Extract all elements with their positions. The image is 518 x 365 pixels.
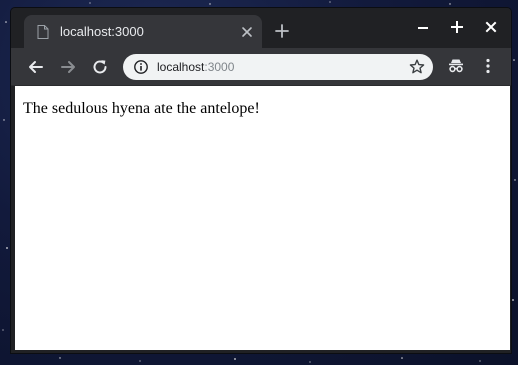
page-icon xyxy=(37,25,49,39)
minimize-icon[interactable] xyxy=(415,19,431,35)
more-vertical-icon[interactable] xyxy=(481,57,495,75)
browser-tab[interactable]: localhost:3000 xyxy=(24,15,262,48)
browser-window: localhost:3000 localhost:3000 The sedulo… xyxy=(11,8,511,353)
url-host: localhost xyxy=(157,60,205,74)
window-close-icon[interactable] xyxy=(483,19,499,35)
page-viewport: The sedulous hyena ate the antelope! xyxy=(15,86,510,350)
tab-title: localhost:3000 xyxy=(60,24,144,39)
page-body-text: The sedulous hyena ate the antelope! xyxy=(23,100,260,117)
close-icon[interactable] xyxy=(240,25,254,39)
info-icon[interactable] xyxy=(133,59,149,75)
reload-icon[interactable] xyxy=(91,58,109,76)
maximize-icon[interactable] xyxy=(449,19,465,35)
url-port: :3000 xyxy=(204,60,235,74)
browser-toolbar: localhost:3000 xyxy=(11,48,511,86)
title-bar: localhost:3000 xyxy=(11,8,511,48)
url-text[interactable]: localhost:3000 xyxy=(157,60,234,74)
arrow-left-icon[interactable] xyxy=(27,58,45,76)
plus-icon[interactable] xyxy=(274,23,290,39)
incognito-icon[interactable] xyxy=(447,57,465,75)
star-icon[interactable] xyxy=(408,58,426,76)
address-bar[interactable]: localhost:3000 xyxy=(123,54,433,80)
arrow-right-icon[interactable] xyxy=(59,58,77,76)
